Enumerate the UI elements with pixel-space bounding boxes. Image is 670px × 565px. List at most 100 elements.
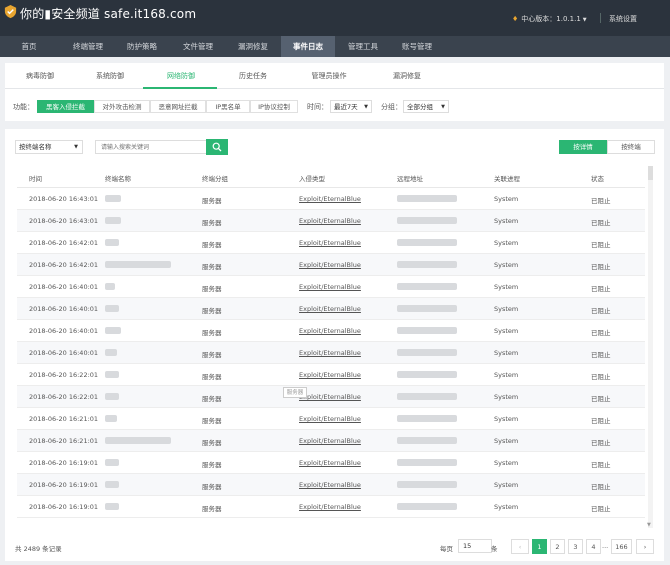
cell-type-link[interactable]: Exploit/EternalBlue <box>299 481 361 489</box>
table-row[interactable]: 2018-06-20 16:22:01 服务器 Exploit/EternalBlu… <box>17 364 645 386</box>
cell-type-link[interactable]: Exploit/EternalBlue <box>299 459 361 467</box>
cell-status: 已阻止 <box>591 307 611 315</box>
nav-item-vuln[interactable]: 漏洞修复 <box>226 36 280 57</box>
nav-item-events[interactable]: 事件日志 <box>281 36 335 57</box>
cell-status: 已阻止 <box>591 285 611 293</box>
filter-ip-blacklist[interactable]: IP黑名单 <box>206 100 250 113</box>
table-row[interactable]: 2018-06-20 16:19:01 服务器 Exploit/EternalBlu… <box>17 452 645 474</box>
scrollbar-thumb[interactable] <box>648 166 653 180</box>
page-button-4[interactable]: 4 <box>586 539 601 554</box>
view-by-detail-button[interactable]: 按详情 <box>559 140 607 154</box>
group-select[interactable]: 全部分组 ▼ <box>403 100 449 113</box>
cell-status: 已阻止 <box>591 439 611 447</box>
cell-type-link[interactable]: Exploit/EternalBlue <box>299 283 361 291</box>
cell-process: System <box>494 195 519 203</box>
cell-type-link[interactable]: Exploit/EternalBlue <box>299 305 361 313</box>
nav-item-tools[interactable]: 管理工具 <box>336 36 390 57</box>
table-row[interactable]: 2018-06-20 16:43:01 服务器 Exploit/EternalBlu… <box>17 188 645 210</box>
search-field-select[interactable]: 按终端名称 ▼ <box>15 140 83 154</box>
search-input[interactable] <box>95 140 207 154</box>
cell-status: 已阻止 <box>591 395 611 403</box>
table-scrollbar[interactable] <box>648 166 653 528</box>
column-header-group: 终端分组 <box>202 175 228 183</box>
cell-type-link[interactable]: Exploit/EternalBlue <box>299 195 361 203</box>
filter-ip-protocol[interactable]: IP协议控制 <box>250 100 298 113</box>
cell-group: 服务器 <box>202 219 222 227</box>
page-button-last[interactable]: 166 <box>611 539 632 554</box>
time-label: 时间： <box>307 103 328 111</box>
table-row[interactable]: 2018-06-20 16:19:01 服务器 Exploit/EternalBlu… <box>17 496 645 518</box>
redacted-remote <box>397 349 457 356</box>
page-size-input[interactable]: 15 <box>458 539 492 553</box>
table-row[interactable]: 2018-06-20 16:43:01 服务器 Exploit/EternalBlu… <box>17 210 645 232</box>
tab-history[interactable]: 历史任务 <box>217 63 289 89</box>
table-row[interactable]: 2018-06-20 16:42:01 服务器 Exploit/EternalBlu… <box>17 232 645 254</box>
divider <box>600 13 601 23</box>
page-button-2[interactable]: 2 <box>550 539 565 554</box>
cell-process: System <box>494 481 519 489</box>
cell-type-link[interactable]: Exploit/EternalBlue <box>299 415 361 423</box>
table-row[interactable]: 2018-06-20 16:19:01 服务器 Exploit/EternalBlu… <box>17 474 645 496</box>
table-row[interactable]: 2018-06-20 16:22:01 服务器 Exploit/EternalBlu… <box>17 386 645 408</box>
prev-page-button[interactable]: ‹ <box>511 539 529 554</box>
tab-system[interactable]: 系统防御 <box>75 63 145 89</box>
redacted-terminal <box>105 195 121 202</box>
table-row[interactable]: 2018-06-20 16:21:01 服务器 Exploit/EternalBlu… <box>17 430 645 452</box>
redacted-terminal <box>105 327 121 334</box>
cell-type-link[interactable]: Exploit/EternalBlue <box>299 239 361 247</box>
per-page-unit: 条 <box>491 545 498 553</box>
tab-admin-ops[interactable]: 管理员操作 <box>289 63 369 89</box>
filter-outbound-attack[interactable]: 对外攻击检测 <box>94 100 150 113</box>
nav-item-files[interactable]: 文件管理 <box>171 36 225 57</box>
view-by-terminal-button[interactable]: 按终端 <box>607 140 655 154</box>
cell-type-link[interactable]: Exploit/EternalBlue <box>299 217 361 225</box>
total-records: 共 2489 条记录 <box>15 545 62 553</box>
tab-network[interactable]: 网络防御 <box>145 63 217 89</box>
cell-status: 已阻止 <box>591 505 611 513</box>
cell-type-link[interactable]: Exploit/EternalBlue <box>299 503 361 511</box>
sub-tabs: 病毒防御 系统防御 网络防御 历史任务 管理员操作 漏洞修复 <box>5 63 664 89</box>
cell-type-link[interactable]: Exploit/EternalBlue <box>299 371 361 379</box>
redacted-terminal <box>105 261 171 268</box>
version-dropdown[interactable]: ♦ 中心版本：1.0.1.1 ▼ <box>512 14 587 24</box>
cell-type-link[interactable]: Exploit/EternalBlue <box>299 327 361 335</box>
filter-malicious-url[interactable]: 恶意网址拦截 <box>150 100 206 113</box>
tab-virus[interactable]: 病毒防御 <box>5 63 75 89</box>
redacted-remote <box>397 371 457 378</box>
cell-time: 2018-06-20 16:22:01 <box>29 393 99 401</box>
next-page-button[interactable]: › <box>636 539 654 554</box>
cell-group: 服务器 <box>202 417 222 425</box>
cell-status: 已阻止 <box>591 373 611 381</box>
time-range-select[interactable]: 最近7天 ▼ <box>330 100 372 113</box>
tooltip: 服务器 <box>283 387 307 398</box>
nav-item-terminal[interactable]: 终端管理 <box>60 36 116 57</box>
redacted-remote <box>397 195 457 202</box>
nav-item-policy[interactable]: 防护策略 <box>116 36 168 57</box>
table-row[interactable]: 2018-06-20 16:40:01 服务器 Exploit/EternalBlu… <box>17 320 645 342</box>
system-settings-link[interactable]: 系统设置 <box>609 14 637 24</box>
redacted-terminal <box>105 481 119 488</box>
table-row[interactable]: 2018-06-20 16:40:01 服务器 Exploit/EternalBlu… <box>17 298 645 320</box>
column-header-time: 时间 <box>29 175 42 183</box>
search-button[interactable] <box>206 139 228 155</box>
scroll-down-icon[interactable]: ▼ <box>647 522 651 528</box>
redacted-remote <box>397 503 457 510</box>
filter-hacker-intrusion[interactable]: 黑客入侵拦截 <box>37 100 94 113</box>
nav-item-accounts[interactable]: 账号管理 <box>390 36 444 57</box>
table-row[interactable]: 2018-06-20 16:40:01 服务器 Exploit/EternalBlu… <box>17 342 645 364</box>
cell-type-link[interactable]: Exploit/EternalBlue <box>299 349 361 357</box>
cell-time: 2018-06-20 16:19:01 <box>29 481 99 489</box>
page-button-1[interactable]: 1 <box>532 539 547 554</box>
function-label: 功能： <box>13 103 34 111</box>
cell-time: 2018-06-20 16:43:01 <box>29 217 99 225</box>
cell-type-link[interactable]: Exploit/EternalBlue <box>299 261 361 269</box>
tab-vuln-fix[interactable]: 漏洞修复 <box>369 63 445 89</box>
table-row[interactable]: 2018-06-20 16:21:01 服务器 Exploit/EternalBlu… <box>17 408 645 430</box>
cell-status: 已阻止 <box>591 241 611 249</box>
nav-item-home[interactable]: 首页 <box>4 36 54 57</box>
cell-type-link[interactable]: Exploit/EternalBlue <box>299 437 361 445</box>
table-row[interactable]: 2018-06-20 16:42:01 服务器 Exploit/EternalBlu… <box>17 254 645 276</box>
cell-type-link[interactable]: Exploit/EternalBlue <box>299 393 361 401</box>
table-row[interactable]: 2018-06-20 16:40:01 服务器 Exploit/EternalBlu… <box>17 276 645 298</box>
page-button-3[interactable]: 3 <box>568 539 583 554</box>
